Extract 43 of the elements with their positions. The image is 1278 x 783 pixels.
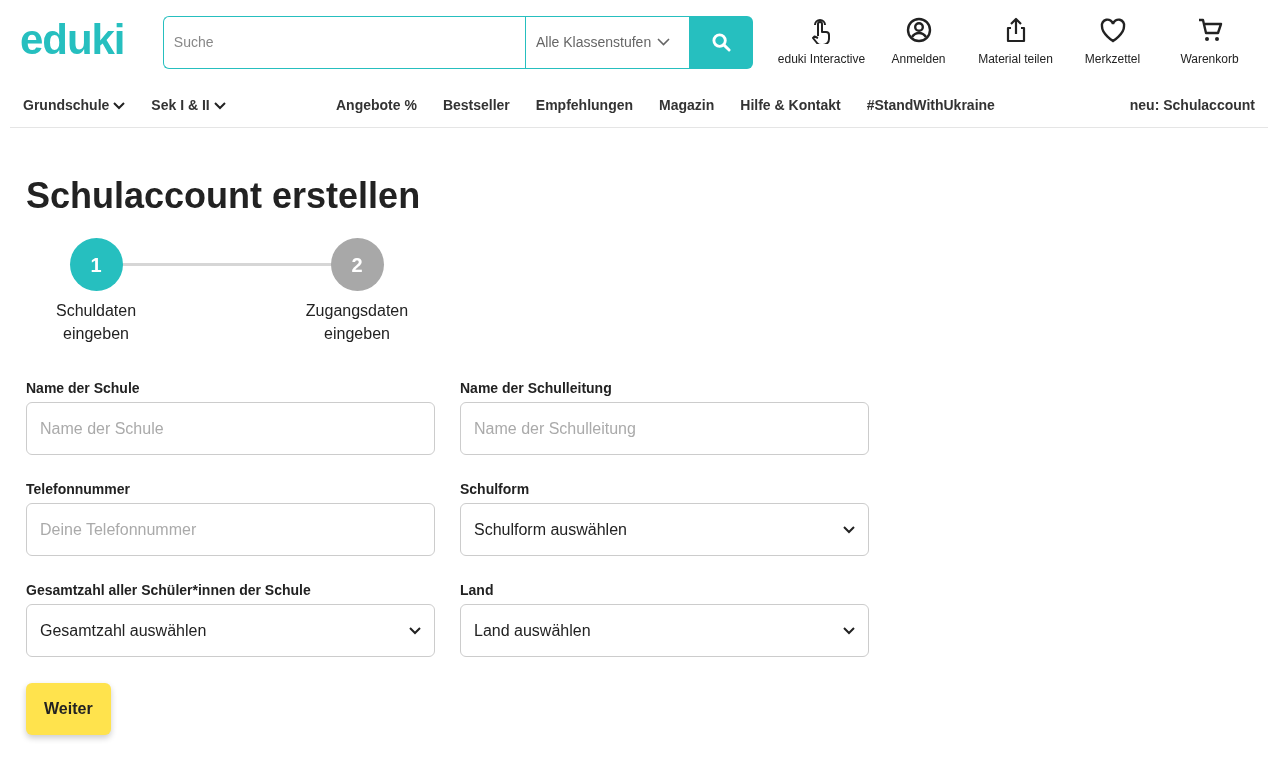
- select-value: Schulform auswählen: [474, 519, 627, 540]
- nav-link[interactable]: Angebote %: [336, 95, 417, 116]
- step-label: Zugangsdaten eingeben: [304, 301, 410, 344]
- select-field[interactable]: Land auswählen: [460, 604, 869, 657]
- search-field[interactable]: Suche: [162, 15, 525, 69]
- page-title: Schulaccount erstellen: [26, 174, 422, 218]
- step-label: Schuldaten eingeben: [54, 301, 138, 344]
- nav-link[interactable]: neu: Schulaccount: [1129, 95, 1255, 116]
- grade-select[interactable]: Alle Klassenstufen: [525, 15, 690, 69]
- text-field[interactable]: Name der Schule: [26, 402, 435, 455]
- field-label: Telefonnummer: [26, 480, 131, 497]
- continue-button[interactable]: Weiter: [26, 683, 111, 735]
- chevron-down-icon: [843, 626, 855, 635]
- field-label: Gesamtzahl aller Schüler*innen der Schule: [26, 581, 312, 598]
- nav-link[interactable]: #StandWithUkraine: [866, 95, 995, 116]
- select-field[interactable]: Gesamtzahl auswählen: [26, 604, 435, 657]
- header-action-button[interactable]: Material teilen: [967, 16, 1064, 68]
- chevron-down-icon: [657, 38, 671, 46]
- field-label: Name der Schulleitung: [460, 379, 613, 396]
- nav-menu[interactable]: Sek I & II: [151, 95, 226, 116]
- search-button[interactable]: [690, 15, 753, 69]
- user-icon: [904, 16, 933, 44]
- chevron-down-icon: [409, 626, 421, 635]
- nav-link[interactable]: Magazin: [659, 95, 715, 116]
- nav-link[interactable]: Hilfe & Kontakt: [740, 95, 841, 116]
- text-field[interactable]: Deine Telefonnummer: [26, 503, 435, 556]
- header-action-button[interactable]: Merkzettel: [1064, 16, 1161, 68]
- select-value: Land auswählen: [474, 620, 591, 641]
- header-action-button[interactable]: Anmelden: [870, 16, 967, 68]
- select-value: Gesamtzahl auswählen: [40, 620, 207, 641]
- nav-menu[interactable]: Grundschule: [23, 95, 126, 116]
- nav-link[interactable]: Bestseller: [442, 95, 510, 116]
- search-icon: [712, 32, 731, 52]
- field-label: Land: [460, 581, 495, 598]
- header-action-button[interactable]: eduki Interactive: [773, 16, 870, 68]
- nav-link[interactable]: Empfehlungen: [535, 95, 634, 116]
- field-label: Name der Schule: [26, 379, 141, 396]
- field-label: Schulform: [460, 480, 531, 497]
- chevron-down-icon: [843, 525, 855, 534]
- text-field[interactable]: Name der Schulleitung: [460, 402, 869, 455]
- header-action-button[interactable]: Warenkorb: [1161, 16, 1258, 68]
- heart-icon: [1098, 16, 1127, 44]
- select-field[interactable]: Schulform auswählen: [460, 503, 869, 556]
